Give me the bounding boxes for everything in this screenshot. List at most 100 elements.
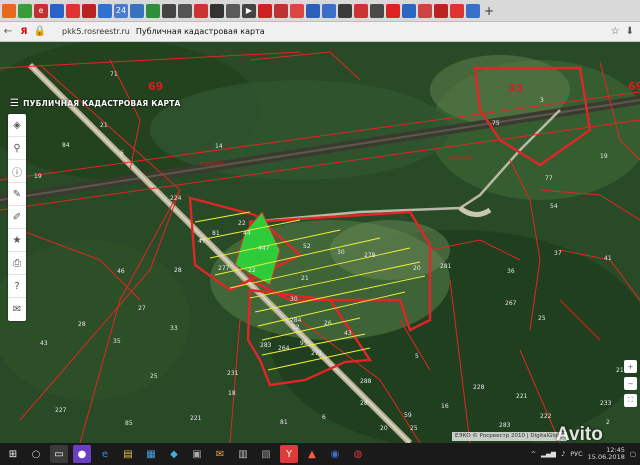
parcel-number-label[interactable]: 59 xyxy=(404,412,412,419)
measure-icon[interactable]: ✐ xyxy=(8,206,26,229)
cadastral-map[interactable]: 69 33 69 0000000 0000000 71 21 6 84 19 14 3 75 77 54 19… xyxy=(0,42,640,443)
parcel-number-label[interactable]: 18 xyxy=(228,390,236,397)
pencil-icon[interactable]: ✎ xyxy=(8,183,26,206)
parcel-number-label[interactable]: 277 xyxy=(218,265,230,272)
search-icon[interactable]: ⚲ xyxy=(8,137,26,160)
red-tab-icon[interactable] xyxy=(450,3,464,18)
parcel-number-label[interactable]: 19 xyxy=(600,153,608,160)
red-tab-icon[interactable] xyxy=(82,3,96,18)
parcel-number-label[interactable]: 16 xyxy=(441,403,449,410)
parcel-number-label[interactable]: 25 xyxy=(538,315,546,322)
yandex-browser-icon[interactable]: Y xyxy=(280,445,298,463)
task-view-icon[interactable]: ▭ xyxy=(50,445,68,463)
parcel-number-label[interactable]: 54 xyxy=(550,203,558,210)
dark-tab-icon[interactable] xyxy=(178,3,192,18)
parcel-number-label[interactable]: 6 xyxy=(322,414,326,421)
blue-tab-icon[interactable] xyxy=(130,3,144,18)
app-icon[interactable]: ◍ xyxy=(349,445,367,463)
parcel-number-label[interactable]: 233 xyxy=(600,400,612,407)
dark-tab-icon[interactable] xyxy=(162,3,176,18)
parcel-number-label[interactable]: 25 xyxy=(410,425,418,432)
clock[interactable]: 12:45 15.06.2018 xyxy=(588,447,625,461)
red-tab-icon[interactable] xyxy=(434,3,448,18)
red-tab-icon[interactable] xyxy=(66,3,80,18)
download-icon[interactable]: ⬇ xyxy=(626,26,634,37)
star-icon[interactable]: ★ xyxy=(8,229,26,252)
parcel-number-label[interactable]: 77 xyxy=(545,175,553,182)
app-icon[interactable]: ▧ xyxy=(257,445,275,463)
parcel-number-label[interactable]: 21 xyxy=(100,122,108,129)
parcel-number-label[interactable]: 3 xyxy=(540,97,544,104)
menu-icon[interactable]: ☰ xyxy=(10,98,19,109)
language-indicator[interactable]: РУС xyxy=(570,450,582,458)
parcel-number-label[interactable]: 283 xyxy=(499,422,511,429)
parcel-number-label[interactable]: 28 xyxy=(78,321,86,328)
mail-icon[interactable]: ✉ xyxy=(8,298,26,321)
help-icon[interactable]: ? xyxy=(8,275,26,298)
blue-tab-icon[interactable] xyxy=(98,3,112,18)
cortana-icon[interactable]: ● xyxy=(73,445,91,463)
parcel-number-label[interactable]: 284 xyxy=(290,317,302,324)
layers-icon[interactable]: ◈ xyxy=(8,114,26,137)
windows-start-icon[interactable]: ⊞ xyxy=(4,445,22,463)
parcel-number-label[interactable]: 22 xyxy=(248,267,256,274)
parcel-number-label[interactable]: 43 xyxy=(40,340,48,347)
chevron-up-icon[interactable]: ^ xyxy=(531,450,536,458)
parcel-number-label[interactable]: 22 xyxy=(238,220,246,227)
zoom-out-icon[interactable]: − xyxy=(624,377,637,390)
parcel-number-label[interactable]: 21 xyxy=(301,275,309,282)
blue-tab-icon[interactable] xyxy=(322,3,336,18)
parcel-number-label[interactable]: 81 xyxy=(212,230,220,237)
parcel-number-label[interactable]: 33 xyxy=(170,325,178,332)
parcel-number-label[interactable]: 75 xyxy=(492,120,500,127)
parcel-number-label[interactable]: 6 xyxy=(120,150,124,157)
app-icon[interactable]: ▲ xyxy=(303,445,321,463)
parcel-number-label[interactable]: 30 xyxy=(290,296,298,303)
parcel-number-label[interactable]: 47 xyxy=(198,238,206,245)
parcel-number-label[interactable]: 12 xyxy=(292,324,300,331)
red-tab-icon[interactable] xyxy=(258,3,272,18)
parcel-number-label[interactable]: 28 xyxy=(360,400,368,407)
parcel-number-label[interactable]: 447 xyxy=(258,245,270,252)
parcel-number-label[interactable]: 5 xyxy=(415,353,419,360)
dark-tab-icon[interactable] xyxy=(370,3,384,18)
bookmark-star-icon[interactable]: ☆ xyxy=(611,26,620,37)
parcel-number-label[interactable]: 71 xyxy=(110,71,118,78)
play-tab-icon[interactable]: ▶ xyxy=(242,3,256,18)
parcel-number-label[interactable]: 267 xyxy=(505,300,517,307)
parcel-number-label[interactable]: 271 xyxy=(311,350,323,357)
network-icon[interactable]: ▂▄▆ xyxy=(541,450,556,458)
parcel-number-label[interactable]: 14 xyxy=(215,143,223,150)
parcel-number-label[interactable]: 46 xyxy=(117,268,125,275)
print-icon[interactable]: ⎙ xyxy=(8,252,26,275)
parcel-number-label[interactable]: 231 xyxy=(227,370,239,377)
back-arrow-icon[interactable]: ← xyxy=(0,26,16,37)
blue-tab-icon[interactable] xyxy=(50,3,64,18)
red-tab-icon[interactable] xyxy=(290,3,304,18)
red-tab-icon[interactable] xyxy=(274,3,288,18)
dark-tab-icon[interactable] xyxy=(338,3,352,18)
green-tab-icon[interactable] xyxy=(146,3,160,18)
app-icon[interactable]: ✉ xyxy=(211,445,229,463)
orange-tab-icon[interactable] xyxy=(2,3,16,18)
parcel-number-label[interactable]: 36 xyxy=(507,268,515,275)
parcel-number-label[interactable]: 283 xyxy=(260,342,272,349)
edge-icon[interactable]: e xyxy=(96,445,114,463)
parcel-number-label[interactable]: 224 xyxy=(170,195,182,202)
parcel-number-label[interactable]: 281 xyxy=(440,263,452,270)
number-tab-icon[interactable]: 24 xyxy=(114,3,128,18)
parcel-number-label[interactable]: 43 xyxy=(344,330,352,337)
red-tab-icon[interactable] xyxy=(386,3,400,18)
parcel-number-label[interactable]: 85 xyxy=(125,420,133,427)
explorer-icon[interactable]: ▤ xyxy=(119,445,137,463)
parcel-number-label[interactable]: 99 xyxy=(300,340,308,347)
parcel-number-label[interactable]: 81 xyxy=(280,419,288,426)
red-tab-icon[interactable] xyxy=(194,3,208,18)
url-text[interactable]: pkk5.rosreestr.ru xyxy=(62,27,130,36)
app-icon[interactable]: ▥ xyxy=(234,445,252,463)
volume-icon[interactable]: ♪ xyxy=(561,450,565,458)
parcel-number-label[interactable]: 84 xyxy=(62,142,70,149)
zoom-in-icon[interactable]: + xyxy=(624,360,637,373)
parcel-number-label[interactable]: 222 xyxy=(540,413,552,420)
red-tab-icon[interactable] xyxy=(418,3,432,18)
